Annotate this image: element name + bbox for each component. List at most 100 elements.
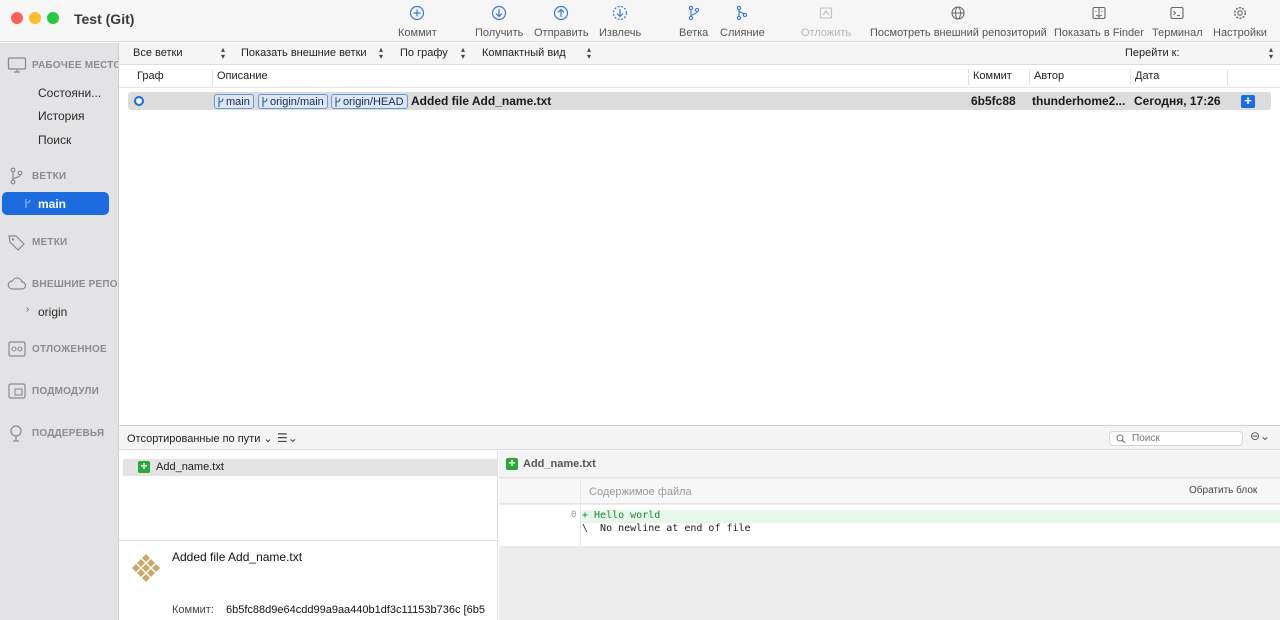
hunk-title: Содержимое файла [589,486,692,498]
branch-icon [335,96,341,107]
column-header-author[interactable]: Автор [1034,70,1064,82]
commit-row[interactable]: main origin/main origin/HEAD Added file … [128,92,1271,110]
close-window-button[interactable] [11,12,23,24]
zoom-window-button[interactable] [47,12,59,24]
chevron-right-icon[interactable]: › [26,304,29,315]
commit-button[interactable]: Коммит [398,5,437,39]
ref-tag-main[interactable]: main [214,94,254,109]
fetch-icon [612,5,628,21]
view-remote-button-label: Посмотреть внешний репозиторий [870,27,1047,39]
search-icon [1116,434,1126,444]
more-options-icon[interactable]: ⊖⌄ [1250,429,1270,443]
goto-select[interactable]: Перейти к: [1125,47,1180,59]
file-list-item[interactable]: + Add_name.txt [123,459,498,476]
remote-branches-select[interactable]: Показать внешние ветки [241,47,367,59]
settings-button[interactable]: Настройки [1213,5,1267,39]
fetch-button-label: Извлечь [599,27,642,39]
ref-tag-label: origin/main [270,95,324,108]
globe-icon [951,6,965,20]
tag-icon [8,235,25,251]
branch-small-icon [25,199,31,208]
view-remote-button[interactable]: Посмотреть внешний репозиторий [870,5,1047,39]
reverse-hunk-button[interactable]: Обратить блок [1189,485,1257,496]
commit-details: Added file Add_name.txt Коммит: 6b5fc88d… [119,540,498,620]
sidebar-section-workspace[interactable]: РАБОЧЕЕ МЕСТО [7,56,118,74]
column-divider[interactable] [1130,69,1131,85]
list-view-icon[interactable]: ☰⌄ [277,431,298,445]
minimize-window-button[interactable] [29,12,41,24]
stash-icon [820,7,833,19]
diff-file-header: + Add_name.txt [499,451,1280,478]
commit-button-label: Коммит [398,27,437,39]
column-divider[interactable] [1227,69,1228,85]
commit-message: Added file Add_name.txt [411,94,552,108]
column-divider[interactable] [968,69,969,85]
ref-tag-label: origin/HEAD [343,95,404,108]
search-field[interactable] [1109,431,1243,446]
chevron-down-icon: ⌄ [263,433,273,445]
column-header-commit[interactable]: Коммит [973,70,1012,82]
branch-icon [10,167,23,185]
sidebar-item-branch-main[interactable]: main [2,192,109,215]
search-input[interactable] [1132,432,1237,445]
sidebar-item-search[interactable]: Поиск [38,133,71,147]
branch-button-label: Ветка [679,27,709,39]
sidebar-section-stashes[interactable]: ОТЛОЖЕННОЕ [7,340,107,358]
select-arrows-icon: ▴ ▾ [461,45,466,61]
diff-code: 0 + Hello world \ No newline at end of f… [499,505,1280,546]
sort-mode-label: Отсортированные по пути [127,433,261,445]
branch-button[interactable]: Ветка [679,5,708,39]
filter-bar: Все ветки ▴ ▾ Показать внешние ветки ▴ ▾ П… [119,43,1280,65]
column-divider[interactable] [212,69,213,85]
push-button[interactable]: Отправить [534,5,589,39]
stash-button[interactable]: Отложить [801,5,851,39]
sidebar-section-tags[interactable]: МЕТКИ [7,233,67,251]
sidebar-item-history[interactable]: История [38,109,85,123]
finder-icon [1092,6,1106,20]
file-added-icon: + [506,457,518,470]
sidebar-section-remotes-label: ВНЕШНИЕ РЕПОЗ [32,278,119,290]
column-header-date[interactable]: Дата [1135,70,1159,82]
show-in-finder-button[interactable]: Показать в Finder [1054,5,1144,39]
diff-no-newline-line: \ No newline at end of file [582,523,751,534]
line-number-gutter: 0 [499,505,581,546]
pull-button-label: Получить [475,27,524,39]
ref-tag-label: main [226,95,250,108]
sort-mode-dropdown[interactable]: Отсортированные по пути ⌄ [127,432,273,445]
sidebar-section-subtrees[interactable]: ПОДДЕРЕВЬЯ [7,424,104,442]
hunk-header: Содержимое файла Обратить блок [499,479,1280,504]
sidebar-section-submodules[interactable]: ПОДМОДУЛИ [7,382,99,400]
diff-file-name: Add_name.txt [523,458,596,470]
sidebar-item-remote-origin[interactable]: origin [38,305,67,319]
sidebar-item-status[interactable]: Состояни... [38,86,101,100]
terminal-button[interactable]: Терминал [1152,5,1203,39]
files-toolbar: Отсортированные по пути ⌄ ☰⌄ ⊖⌄ [119,426,1280,450]
branch-icon [688,5,699,21]
pull-button[interactable]: Получить [475,5,523,39]
settings-button-label: Настройки [1213,27,1267,39]
ref-tag-origin-main[interactable]: origin/main [258,94,328,109]
order-select[interactable]: По графу [400,47,448,59]
commit-details-hash: 6b5fc88d9e64cdd99a9aa440b1df3c11153b736c… [226,604,485,616]
merge-icon [737,5,748,21]
merge-button-label: Слияние [720,27,765,39]
branch-icon [218,96,224,107]
sidebar: РАБОЧЕЕ МЕСТО Состояни... История Поиск … [0,43,119,620]
graph-node [134,96,144,106]
sidebar-section-branches[interactable]: ВЕТКИ [7,167,66,185]
column-header-description[interactable]: Описание [217,70,268,82]
push-icon [554,5,569,21]
branches-filter-select[interactable]: Все ветки [133,47,182,59]
merge-button[interactable]: Слияние [720,5,765,39]
column-divider[interactable] [1029,69,1030,85]
column-header-graph[interactable]: Граф [137,70,164,82]
terminal-icon [1170,6,1184,20]
select-arrows-icon: ▴ ▾ [379,45,384,61]
ref-tag-origin-head[interactable]: origin/HEAD [331,94,408,109]
add-button[interactable]: + [1241,94,1255,108]
sidebar-section-remotes[interactable]: ВНЕШНИЕ РЕПОЗ [7,275,119,293]
show-in-finder-button-label: Показать в Finder [1054,27,1144,39]
fetch-button[interactable]: Извлечь [599,5,641,39]
view-mode-select[interactable]: Компактный вид [482,47,566,59]
line-number: 0 [571,510,577,520]
